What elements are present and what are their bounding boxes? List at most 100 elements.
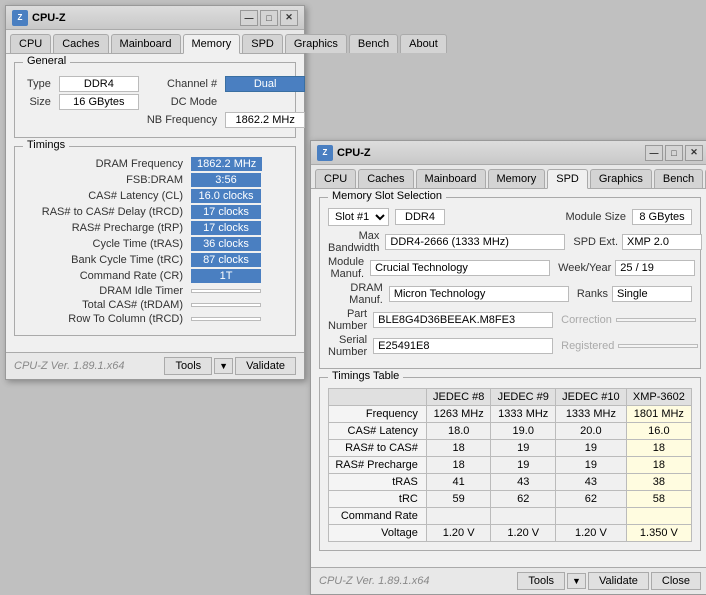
slot-selector[interactable]: Slot #1 Slot #2 Slot #3 Slot #4 (328, 208, 389, 226)
app-icon-2: Z (317, 145, 333, 161)
serial-row: Serial Number E25491E8 Registered (328, 334, 692, 358)
timing-val-0-3: 1801 MHz (626, 406, 691, 423)
dram-freq-value: 1862.2 MHz (191, 157, 262, 171)
module-size-label: Module Size (565, 211, 626, 223)
dc-label: DC Mode (143, 93, 221, 111)
part-label: Part Number (328, 308, 373, 332)
version-2: CPU-Z Ver. 1.89.1.x64 (319, 575, 429, 587)
module-manuf-value: Crucial Technology (370, 260, 550, 276)
maximize-button-2[interactable]: □ (665, 145, 683, 161)
minimize-button-2[interactable]: — (645, 145, 663, 161)
total-cas-row: Total CAS# (tRDAM) (23, 299, 287, 311)
tab-mainboard-2[interactable]: Mainboard (416, 169, 486, 188)
tab-bench-2[interactable]: Bench (654, 169, 703, 188)
spd-ext-label: SPD Ext. (573, 236, 618, 248)
tab-graphics-2[interactable]: Graphics (590, 169, 652, 188)
timing-val-2-1: 19 (491, 440, 556, 457)
cas-row: CAS# Latency (CL) 16.0 clocks (23, 189, 287, 203)
tools-group-2: Tools ▼ Validate Close (517, 572, 701, 590)
timings-row-0: Frequency1263 MHz1333 MHz1333 MHz1801 MH… (329, 406, 692, 423)
timing-val-2-3: 18 (626, 440, 691, 457)
type-label: Type (23, 75, 55, 93)
total-cas-label: Total CAS# (tRDAM) (23, 299, 183, 311)
timing-val-1-2: 20.0 (556, 423, 627, 440)
timing-val-6-2 (556, 508, 627, 525)
module-manuf-row: Module Manuf. Crucial Technology Week/Ye… (328, 256, 692, 280)
timings-group: Timings DRAM Frequency 1862.2 MHz FSB:DR… (14, 146, 296, 336)
ras-pre-value: 17 clocks (191, 221, 261, 235)
dc-value-cell (221, 93, 309, 111)
tab-cpu-1[interactable]: CPU (10, 34, 51, 53)
timings-table-group: Timings Table JEDEC #8 JEDEC #9 JEDEC #1… (319, 377, 701, 551)
tools-dropdown-1[interactable]: ▼ (214, 358, 233, 374)
tools-button-1[interactable]: Tools (164, 357, 212, 375)
close-button-footer[interactable]: Close (651, 572, 701, 590)
total-cas-value (191, 303, 261, 307)
title-bar-1: Z CPU-Z — □ ✕ (6, 6, 304, 30)
timing-label-3: RAS# Precharge (329, 457, 427, 474)
tab-spd-1[interactable]: SPD (242, 34, 283, 53)
timing-val-1-1: 19.0 (491, 423, 556, 440)
correction-value (616, 318, 696, 322)
row-col-row: Row To Column (tRCD) (23, 313, 287, 325)
max-bw-value: DDR4-2666 (1333 MHz) (385, 234, 565, 250)
cas-value: 16.0 clocks (191, 189, 261, 203)
timings-data-table: JEDEC #8 JEDEC #9 JEDEC #10 XMP-3602 Fre… (328, 388, 692, 542)
close-button-1[interactable]: ✕ (280, 10, 298, 26)
tools-dropdown-2[interactable]: ▼ (567, 573, 586, 589)
tab-bar-2: CPU Caches Mainboard Memory SPD Graphics… (311, 165, 706, 189)
ras-pre-label: RAS# Precharge (tRP) (23, 222, 183, 234)
timing-label-5: tRC (329, 491, 427, 508)
channel-label: Channel # (143, 75, 221, 93)
cycle-value: 36 clocks (191, 237, 261, 251)
validate-button-1[interactable]: Validate (235, 357, 296, 375)
tab-memory-2[interactable]: Memory (488, 169, 546, 188)
bank-label: Bank Cycle Time (tRC) (23, 254, 183, 266)
timing-val-4-0: 41 (426, 474, 491, 491)
timing-val-5-0: 59 (426, 491, 491, 508)
footer-1: CPU-Z Ver. 1.89.1.x64 Tools ▼ Validate (6, 352, 304, 379)
ras-pre-row: RAS# Precharge (tRP) 17 clocks (23, 221, 287, 235)
timings-label: Timings (23, 139, 69, 151)
size-value: 16 GBytes (59, 94, 139, 110)
tab-about-1[interactable]: About (400, 34, 447, 53)
ranks-value: Single (612, 286, 692, 302)
size-label: Size (23, 93, 55, 111)
timing-label-7: Voltage (329, 525, 427, 542)
ras-cas-value: 17 clocks (191, 205, 261, 219)
timing-val-3-0: 18 (426, 457, 491, 474)
general-label: General (23, 55, 70, 67)
tab-cpu-2[interactable]: CPU (315, 169, 356, 188)
timings-table-label: Timings Table (328, 370, 403, 382)
tab-mainboard-1[interactable]: Mainboard (111, 34, 181, 53)
timings-row-6: Command Rate (329, 508, 692, 525)
tab-caches-1[interactable]: Caches (53, 34, 108, 53)
minimize-button-1[interactable]: — (240, 10, 258, 26)
part-value: BLE8G4D36BEEAK.M8FE3 (373, 312, 553, 328)
close-button-2[interactable]: ✕ (685, 145, 703, 161)
window1-title: CPU-Z (32, 12, 66, 24)
row-col-value (191, 317, 261, 321)
timing-label-1: CAS# Latency (329, 423, 427, 440)
tab-graphics-1[interactable]: Graphics (285, 34, 347, 53)
fsb-label: FSB:DRAM (23, 174, 183, 186)
cycle-label: Cycle Time (tRAS) (23, 238, 183, 250)
fsb-value: 3:56 (191, 173, 261, 187)
tab-caches-2[interactable]: Caches (358, 169, 413, 188)
maximize-button-1[interactable]: □ (260, 10, 278, 26)
tools-button-2[interactable]: Tools (517, 572, 565, 590)
general-group: General Type DDR4 Channel # Dual Size 16… (14, 62, 296, 138)
dram-idle-value (191, 289, 261, 293)
col-header-label (329, 389, 427, 406)
tab-bench-1[interactable]: Bench (349, 34, 398, 53)
timing-val-7-3: 1.350 V (626, 525, 691, 542)
validate-button-2[interactable]: Validate (588, 572, 649, 590)
window2-title: CPU-Z (337, 147, 371, 159)
timing-label-4: tRAS (329, 474, 427, 491)
timing-val-4-3: 38 (626, 474, 691, 491)
timing-label-0: Frequency (329, 406, 427, 423)
slot-selection-label: Memory Slot Selection (328, 190, 446, 202)
tab-memory-1[interactable]: Memory (183, 34, 241, 54)
ras-cas-row: RAS# to CAS# Delay (tRCD) 17 clocks (23, 205, 287, 219)
tab-spd-2[interactable]: SPD (547, 169, 588, 189)
